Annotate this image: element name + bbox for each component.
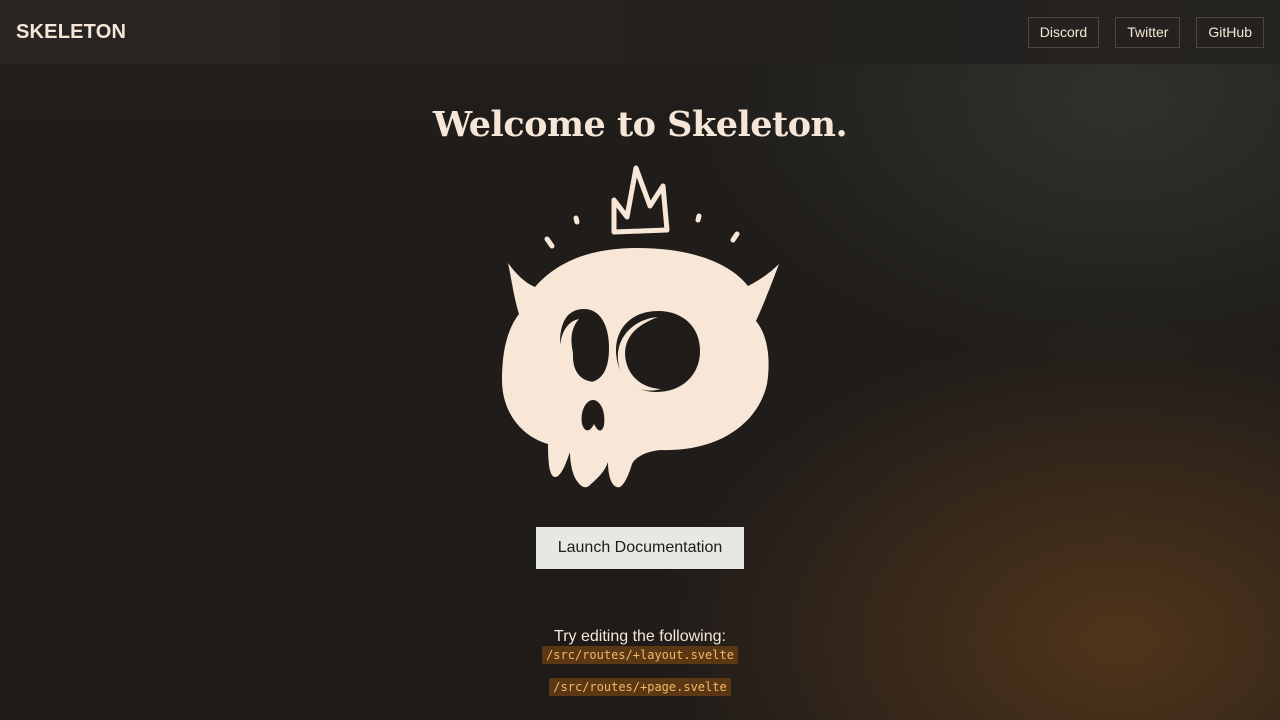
top-nav: Discord Twitter GitHub xyxy=(1027,16,1264,48)
twitter-link-button[interactable]: Twitter xyxy=(1115,16,1181,48)
page-title: Welcome to Skeleton. xyxy=(432,104,848,146)
skeleton-logo xyxy=(490,162,790,492)
spark-right-outer-icon xyxy=(730,231,740,243)
crown-icon xyxy=(611,165,670,235)
main-content: Welcome to Skeleton. Launch Documentatio… xyxy=(0,64,1280,720)
spark-left-inner-icon xyxy=(573,215,580,225)
discord-link-button[interactable]: Discord xyxy=(1027,16,1100,48)
skeleton-skull-crown-icon xyxy=(502,165,779,488)
layout-file-path: /src/routes/+layout.svelte xyxy=(542,646,738,664)
spark-left-outer-icon xyxy=(544,236,555,249)
brand-logo-text[interactable]: SKELETON xyxy=(16,21,126,44)
app-bar: SKELETON Discord Twitter GitHub xyxy=(0,0,1280,64)
page-file-path: /src/routes/+page.svelte xyxy=(549,678,731,696)
github-link-button[interactable]: GitHub xyxy=(1196,16,1264,48)
file-list: /src/routes/+layout.svelte /src/routes/+… xyxy=(0,646,1280,696)
editing-hint: Try editing the following: xyxy=(554,628,726,645)
launch-documentation-button[interactable]: Launch Documentation xyxy=(536,527,744,569)
spark-right-inner-icon xyxy=(695,213,702,223)
